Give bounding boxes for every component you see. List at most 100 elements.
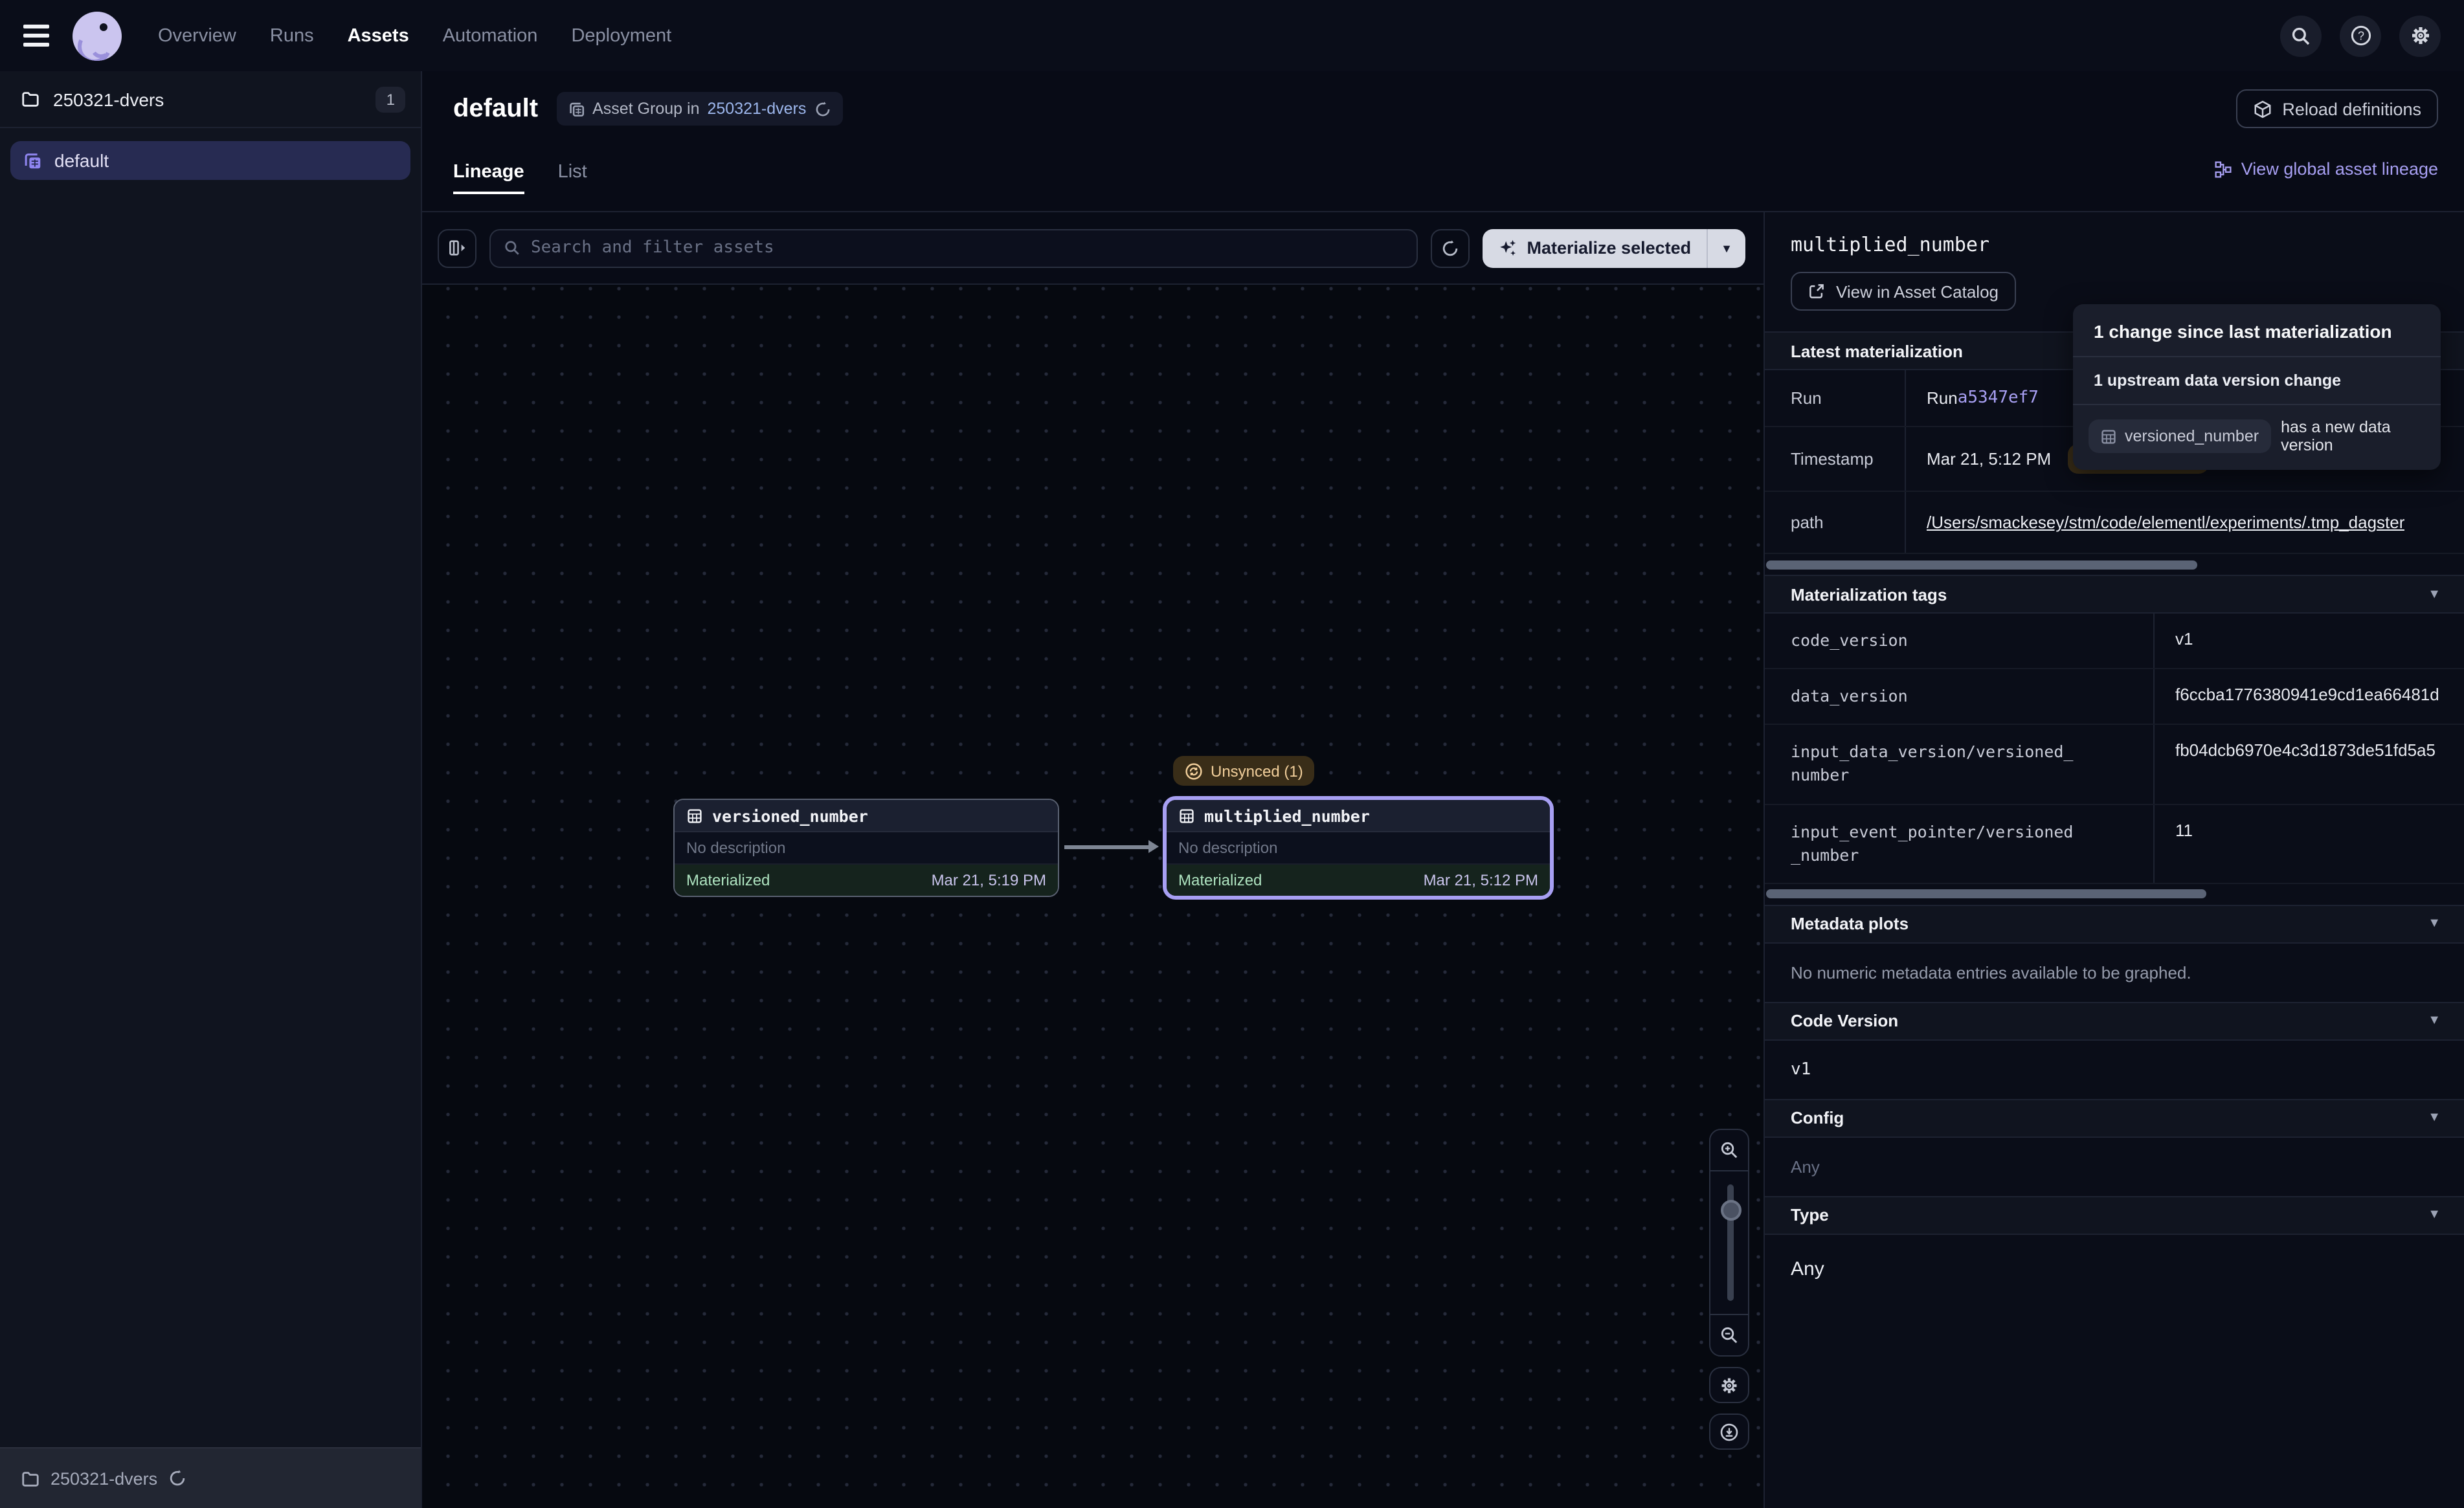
nav-actions: ? [2280, 15, 2441, 56]
tooltip-message: has a new data version [2281, 418, 2425, 454]
nav-item-overview[interactable]: Overview [158, 25, 236, 46]
row-key: path [1765, 492, 1906, 553]
tooltip-title: 1 change since last materialization [2073, 304, 2441, 357]
tag-key: data_version [1765, 669, 2155, 724]
timestamp-value: Mar 21, 5:12 PM [1927, 449, 2051, 469]
sidebar-item-label: default [54, 150, 109, 171]
dagster-logo-icon[interactable] [73, 11, 122, 60]
lineage-canvas[interactable]: Unsynced (1) versioned_number No descrip… [422, 285, 1764, 1508]
view-in-asset-catalog-label: View in Asset Catalog [1836, 282, 1999, 301]
reload-definitions-label: Reload definitions [2282, 99, 2421, 118]
sidebar-footer[interactable]: 250321-dvers [0, 1447, 421, 1508]
asset-node-description: No description [675, 832, 1058, 865]
folder-icon [21, 89, 40, 109]
collapse-triangle-icon[interactable]: ▼ [2428, 587, 2441, 601]
lineage-edge-arrow [1064, 845, 1150, 848]
tag-value: 11 [2155, 804, 2193, 883]
zoom-slider[interactable] [1710, 1170, 1748, 1315]
tag-value: fb04dcb6970e4c3d1873de51fd5a5 [2155, 726, 2436, 804]
page-header: default Asset Group in 250321-dvers Relo… [422, 71, 2464, 212]
horizontal-scrollbar[interactable] [1765, 884, 2464, 905]
search-input[interactable] [531, 238, 1404, 258]
table-icon [2100, 428, 2117, 445]
zoom-out-icon [1719, 1325, 1739, 1345]
download-image-button[interactable] [1709, 1414, 1749, 1450]
materialize-selected-label: Materialize selected [1527, 238, 1692, 258]
run-id-link[interactable]: a5347ef7 [1958, 388, 2039, 408]
unsynced-badge-canvas[interactable]: Unsynced (1) [1173, 756, 1315, 786]
nav-item-automation[interactable]: Automation [443, 25, 538, 46]
asset-group-icon [568, 100, 585, 117]
section-code-version: Code Version ▼ [1765, 1002, 2464, 1041]
sidebar-group-header[interactable]: 250321-dvers 1 [0, 71, 421, 128]
section-header-label: Materialization tags [1791, 584, 1947, 604]
tab-lineage[interactable]: Lineage [453, 162, 524, 194]
sidebar-item-default[interactable]: default [10, 141, 410, 180]
zoom-in-button[interactable] [1710, 1130, 1748, 1170]
asset-search [489, 228, 1418, 267]
asset-detail-panel: multiplied_number View in Asset Catalog … [1764, 212, 2464, 1508]
nav-item-deployment[interactable]: Deployment [571, 25, 671, 46]
collapse-triangle-icon[interactable]: ▼ [2428, 1111, 2441, 1125]
asset-pill[interactable]: versioned_number [2089, 419, 2270, 453]
search-icon [504, 239, 521, 256]
search-button[interactable] [2280, 15, 2322, 56]
asset-node-description: No description [1167, 832, 1550, 865]
graph-settings-button[interactable] [1709, 1367, 1749, 1403]
materialize-dropdown-button[interactable]: ▼ [1708, 241, 1745, 254]
collapse-triangle-icon[interactable]: ▼ [2428, 1208, 2441, 1223]
nav-item-runs[interactable]: Runs [270, 25, 314, 46]
unsynced-badge-label: Unsynced (1) [1211, 762, 1303, 780]
svg-text:?: ? [2357, 30, 2364, 43]
dagster-app: Overview Runs Assets Automation Deployme… [0, 0, 2464, 1508]
reload-definitions-button[interactable]: Reload definitions [2235, 89, 2438, 128]
external-link-icon [1808, 282, 1826, 300]
help-button[interactable]: ? [2340, 15, 2381, 56]
asset-detail-title: multiplied_number [1791, 233, 2438, 256]
asset-pill-label: versioned_number [2125, 427, 2259, 445]
cube-reload-icon [2252, 99, 2272, 118]
asset-group-tag-link[interactable]: 250321-dvers [708, 100, 807, 118]
asset-node-status: Materialized [686, 871, 770, 889]
tag-key: code_version [1765, 614, 2155, 668]
row-key: Run [1765, 370, 1906, 426]
asset-node-versioned-number[interactable]: versioned_number No description Material… [673, 799, 1059, 897]
reload-location-icon[interactable] [168, 1469, 186, 1487]
tag-row: code_version v1 [1765, 614, 2464, 669]
path-link[interactable]: /Users/smackesey/stm/code/elementl/exper… [1927, 513, 2404, 532]
run-value-prefix: Run [1927, 388, 1958, 408]
tab-list[interactable]: List [558, 162, 587, 194]
tag-row: input_event_pointer/versioned_number 11 [1765, 804, 2464, 884]
menu-icon[interactable] [23, 25, 49, 47]
section-type: Type ▼ [1765, 1196, 2464, 1235]
collapse-triangle-icon[interactable]: ▼ [2428, 917, 2441, 931]
view-global-asset-lineage-link[interactable]: View global asset lineage [2214, 159, 2438, 194]
toggle-panel-button[interactable] [438, 228, 476, 267]
collapse-triangle-icon[interactable]: ▼ [2428, 1014, 2441, 1028]
refresh-icon[interactable] [814, 100, 831, 117]
zoom-out-button[interactable] [1710, 1315, 1748, 1355]
code-version-value: v1 [1765, 1041, 2464, 1099]
horizontal-scrollbar[interactable] [1765, 554, 2464, 575]
view-in-asset-catalog-button[interactable]: View in Asset Catalog [1791, 272, 2015, 311]
sidebar: 250321-dvers 1 default 250321-dvers [0, 71, 422, 1508]
tooltip-subtitle: 1 upstream data version change [2073, 357, 2441, 405]
asset-node-multiplied-number[interactable]: multiplied_number No description Materia… [1163, 796, 1554, 900]
download-icon [1719, 1422, 1739, 1441]
type-value: Any [1765, 1235, 2464, 1303]
row-key: Timestamp [1765, 427, 1906, 491]
page-title: default [453, 94, 538, 124]
refresh-graph-button[interactable] [1431, 228, 1470, 267]
section-materialization-tags: Materialization tags ▼ [1765, 575, 2464, 614]
sparkle-icon [1499, 238, 1518, 258]
asset-node-timestamp: Mar 21, 5:19 PM [932, 871, 1046, 889]
section-header-label: Latest materialization [1791, 341, 1963, 360]
sidebar-group-count-badge: 1 [376, 86, 405, 112]
config-value: Any [1765, 1138, 2464, 1196]
asset-node-name: multiplied_number [1204, 806, 1370, 825]
row-path: path /Users/smackesey/stm/code/elementl/… [1765, 492, 2464, 554]
nav-item-assets[interactable]: Assets [348, 25, 409, 46]
settings-button[interactable] [2399, 15, 2441, 56]
materialize-selected-button[interactable]: Materialize selected ▼ [1483, 228, 1746, 267]
zoom-slider-handle[interactable] [1720, 1200, 1741, 1221]
